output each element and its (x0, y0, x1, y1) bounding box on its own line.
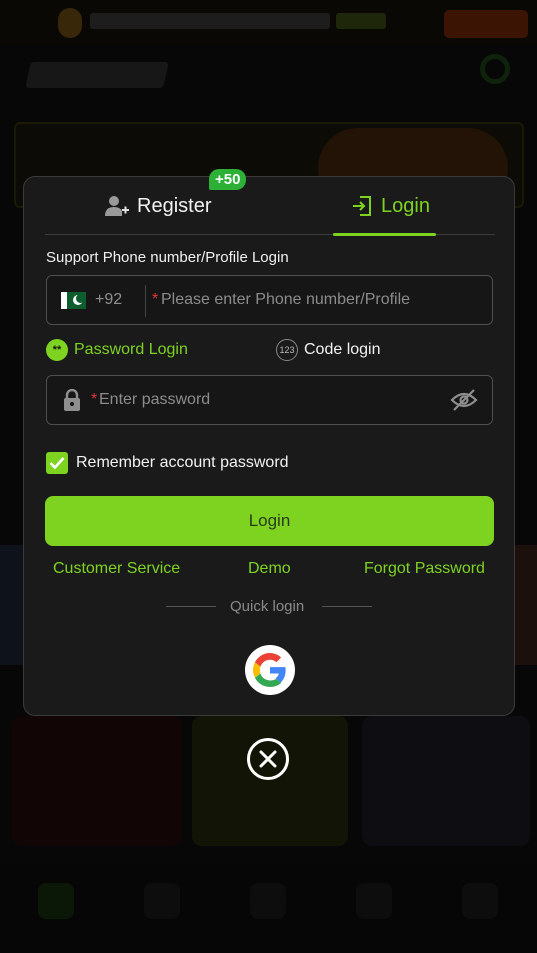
field-divider (145, 285, 146, 317)
quick-login-divider (166, 606, 216, 607)
google-icon (253, 653, 286, 687)
active-tab-indicator (333, 233, 436, 236)
close-icon (259, 750, 277, 768)
forgot-password-link[interactable]: Forgot Password (364, 560, 485, 578)
required-mark: * (91, 391, 98, 408)
quick-login-divider (322, 606, 372, 607)
dial-code[interactable]: +92 (95, 291, 122, 309)
password-input[interactable] (99, 376, 439, 424)
tab-login-label: Login (381, 194, 430, 217)
remember-label: Remember account password (76, 454, 289, 471)
lock-icon (64, 389, 80, 411)
quick-login-label: Quick login (230, 598, 305, 615)
customer-service-link[interactable]: Customer Service (53, 560, 180, 578)
numeric-code-icon: 123 (276, 339, 298, 361)
tab-register-label: Register (137, 194, 212, 217)
phone-input[interactable] (161, 276, 481, 324)
auth-tabs: Register +50 Login (45, 169, 495, 236)
remember-password-toggle[interactable]: Remember account password (46, 452, 289, 474)
google-login-button[interactable] (245, 645, 295, 695)
login-method-label: Support Phone number/Profile Login (46, 249, 289, 266)
tab-register[interactable]: Register +50 (105, 169, 247, 235)
eye-off-icon[interactable] (450, 389, 478, 411)
password-field: * (46, 375, 493, 425)
add-user-icon (105, 196, 129, 216)
code-login-label: Code login (304, 341, 381, 358)
pakistan-flag-icon[interactable] (61, 292, 86, 309)
code-login-option[interactable]: 123 Code login (276, 339, 381, 361)
phone-field: +92 * (46, 275, 493, 325)
login-modal: Register +50 Login Support Phone number/… (23, 169, 515, 716)
close-modal-button[interactable] (247, 738, 289, 780)
asterisk-icon: ** (46, 339, 68, 361)
required-mark: * (152, 291, 159, 308)
password-login-option[interactable]: ** Password Login (46, 339, 188, 361)
register-bonus-badge: +50 (209, 169, 247, 190)
login-button[interactable]: Login (45, 496, 494, 546)
demo-link[interactable]: Demo (248, 560, 291, 578)
remember-checkbox[interactable] (46, 452, 68, 474)
tab-login[interactable]: Login (351, 177, 430, 235)
password-login-label: Password Login (74, 341, 188, 358)
login-icon (353, 196, 371, 216)
checkmark-icon (49, 457, 65, 470)
